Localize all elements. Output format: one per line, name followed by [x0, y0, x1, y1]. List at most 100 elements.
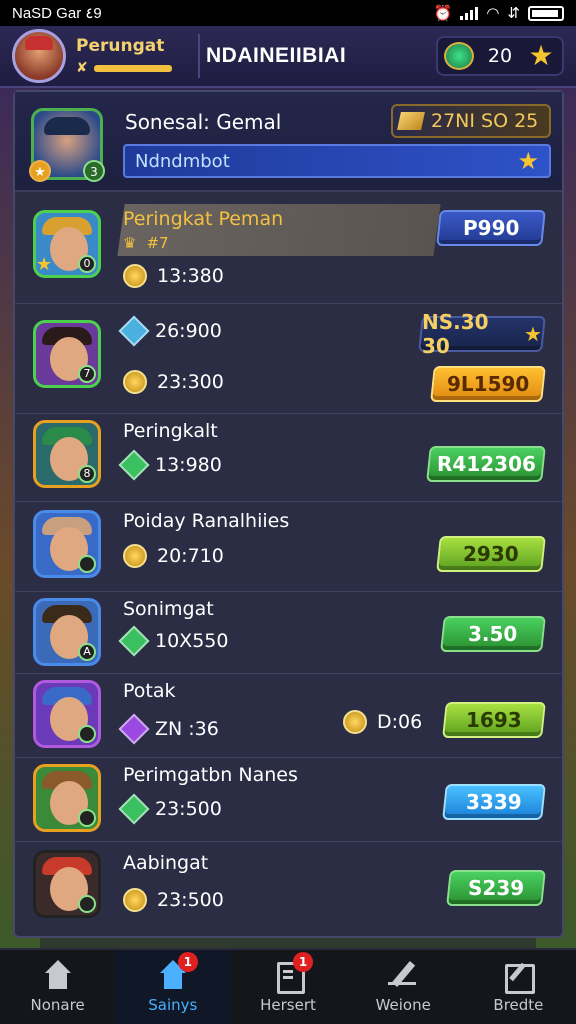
player-avatar[interactable]: [12, 29, 66, 83]
level-badge: [78, 895, 96, 913]
level-badge: [78, 809, 96, 827]
profile-card[interactable]: ★ 3 Sonesal: Gemal 27NI SO 25 Ndndmbot ★: [15, 92, 562, 192]
nav-label: Hersert: [260, 996, 316, 1014]
leaderboard-row[interactable]: Poiday Ranalhiies 20:710 2930: [15, 502, 562, 592]
row-stat: 23:500: [123, 888, 224, 912]
row-value-button[interactable]: 3.50: [440, 616, 546, 652]
row-value: 3.50: [468, 622, 518, 646]
nav-label: Weione: [375, 996, 431, 1014]
coin-icon: [343, 710, 367, 734]
leaderboard-row[interactable]: 8 Peringkalt 13:980 R412306: [15, 414, 562, 502]
coin-icon: [123, 888, 147, 912]
document-icon: 1: [271, 952, 313, 994]
leaderboard-row[interactable]: ★ 0 Peringkat Peman ♛ #7 13:380 P990: [15, 192, 562, 304]
profile-score[interactable]: 27NI SO 25: [391, 104, 551, 138]
row-value-button-secondary[interactable]: 9L1590: [430, 366, 546, 402]
rank-block: Perungat ✘: [76, 36, 192, 76]
signal-icon: [460, 6, 479, 20]
row-value-button[interactable]: 3339: [442, 784, 546, 820]
gem-stack-icon: [444, 42, 474, 70]
row-rank: ♛ #7: [123, 234, 169, 252]
nav-label: Nonare: [30, 996, 85, 1014]
profile-bar[interactable]: Ndndmbot ★: [123, 144, 551, 178]
row-stat: 20:710: [123, 544, 224, 568]
row-stat-value: 10X550: [155, 630, 229, 652]
carrier-label: NaSD Gar ٤9: [12, 5, 102, 22]
leaderboard-row[interactable]: 7 26:900 23:300 NS.30 30 ★ 9L1590: [15, 304, 562, 414]
row-value-button[interactable]: 1693: [442, 702, 546, 738]
level-badge: [78, 725, 96, 743]
ticket-icon: [397, 112, 425, 130]
coin-icon: [123, 370, 147, 394]
row-bonus: D:06: [343, 710, 422, 734]
leaderboard-row[interactable]: A Sonimgat 10X550 3.50: [15, 592, 562, 674]
nav-label: Sainys: [148, 996, 198, 1014]
alarm-icon: ⏰: [433, 5, 453, 22]
row-bonus-value: D:06: [377, 711, 423, 733]
edit-icon: [501, 960, 536, 994]
pen-icon: [386, 960, 420, 990]
row-name: Aabingat: [123, 852, 209, 874]
sync-icon: ⇵: [507, 5, 520, 22]
level-badge: 0: [78, 255, 96, 273]
star-icon: ★: [517, 147, 539, 175]
leaderboard-row[interactable]: Perimgatbn Nanes 23:500 3339: [15, 758, 562, 842]
row-avatar: 7: [33, 320, 101, 388]
row-avatar: [33, 850, 101, 918]
row-avatar: ★ 0: [33, 210, 101, 278]
currency-counter[interactable]: 20 ★: [436, 36, 564, 76]
wifi-icon: ◠: [486, 5, 500, 22]
nav-item-edit[interactable]: Bredte: [461, 950, 576, 1024]
coin-icon: [123, 264, 147, 288]
row-value-button[interactable]: S239: [446, 870, 546, 906]
row-stat-value: 23:300: [157, 371, 224, 393]
leaderboard-row[interactable]: Aabingat 23:500 S239: [15, 842, 562, 936]
house-icon: [41, 960, 75, 990]
nav-item-document[interactable]: 1 Hersert: [230, 950, 345, 1024]
row-value-button[interactable]: 2930: [436, 536, 546, 572]
row-stat-value: 26:900: [155, 320, 222, 342]
rank-icon: ✘: [76, 60, 88, 76]
row-value: NS.30 30: [422, 310, 489, 358]
level-badge: [78, 555, 96, 573]
row-value-button[interactable]: P990: [436, 210, 546, 246]
row-value-button[interactable]: R412306: [426, 446, 546, 482]
nav-label: Bredte: [493, 996, 544, 1014]
house-icon: 1: [156, 952, 198, 990]
page-title: NDAINEIIBIAI: [206, 44, 347, 67]
coin-icon: [123, 544, 147, 568]
row-stat-value: 13:380: [157, 265, 224, 287]
gem-icon: [118, 793, 150, 825]
nav-item-home[interactable]: Nonare: [0, 950, 115, 1024]
row-name: Peringkalt: [123, 420, 218, 442]
leaderboard-row[interactable]: Potak ZN :36 D:06 1693: [15, 674, 562, 758]
row-stat: 23:500: [118, 793, 222, 825]
row-stat: 13:380: [123, 264, 224, 288]
row-avatar: [33, 510, 101, 578]
crown-icon: ♛: [123, 234, 137, 252]
profile-name: Sonesal: Gemal: [125, 110, 282, 134]
row-rank-value: #7: [146, 234, 169, 252]
profile-bar-text: Ndndmbot: [135, 150, 230, 172]
rank-star-icon: ★: [36, 254, 53, 275]
level-badge: 3: [83, 160, 105, 182]
star-icon[interactable]: ★: [526, 41, 556, 71]
row-value: 2930: [463, 542, 519, 566]
bottom-nav: Nonare 1 Sainys 1 Hersert Weione Bredte: [0, 948, 576, 1024]
row-stat: 26:900: [118, 315, 222, 347]
leaderboard-panel: ★ 3 Sonesal: Gemal 27NI SO 25 Ndndmbot ★…: [13, 90, 564, 938]
level-badge: 8: [78, 465, 96, 483]
row-value: 1693: [466, 708, 522, 732]
row-value: R412306: [436, 452, 536, 476]
nav-item-active[interactable]: 1 Sainys: [115, 950, 231, 1024]
row-value: S239: [467, 876, 525, 900]
header-divider: [198, 34, 200, 78]
star-icon: ★: [524, 322, 542, 346]
currency-value: 20: [487, 45, 513, 67]
level-badge: 7: [78, 365, 96, 383]
row-stat: 23:300: [123, 370, 224, 394]
nav-item-pen[interactable]: Weione: [346, 950, 461, 1024]
gem-icon: [118, 449, 150, 481]
row-value: 3339: [466, 790, 522, 814]
row-value-button[interactable]: NS.30 30 ★: [418, 310, 546, 358]
